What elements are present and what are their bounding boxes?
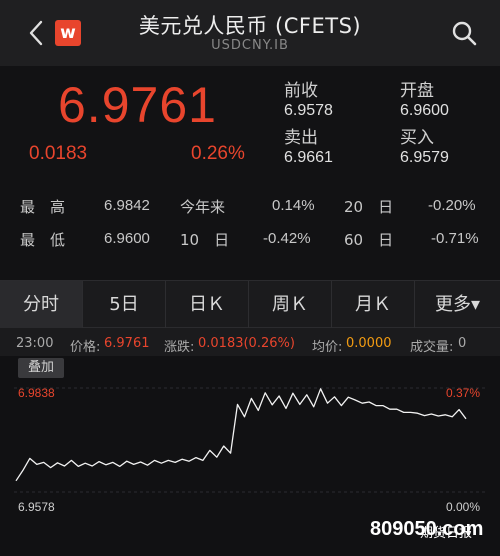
open-label: 开盘 (400, 81, 434, 101)
low-value: 6.9600 (104, 230, 150, 247)
tab-weekly-k[interactable]: 周Ｋ (249, 281, 332, 328)
ask: 卖出 6.9661 (284, 123, 333, 167)
page-title: 美元兑人民币 (CFETS) (138, 14, 362, 38)
ask-value: 6.9661 (284, 149, 333, 166)
axis-bottom-left: 6.9578 (18, 500, 55, 514)
info-change-label: 涨跌: (164, 340, 195, 355)
d20-value: -0.20% (428, 197, 476, 214)
ask-label: 卖出 (284, 128, 318, 148)
info-time: 23:00 (16, 336, 54, 351)
stats-panel: 最 高 6.9842 今年来 0.14% 20 日 -0.20% 最 低 6.9… (0, 180, 500, 280)
prev-close: 前收 6.9578 (284, 76, 333, 120)
price-change-pct: 0.26% (191, 143, 245, 164)
bid: 买入 6.9579 (400, 123, 449, 167)
info-volume-label: 成交量: (410, 340, 454, 355)
info-volume: 0 (458, 336, 467, 351)
low-label: 最 低 (20, 231, 66, 249)
info-change: 0.0183(0.26%) (198, 336, 295, 351)
search-icon[interactable] (450, 19, 478, 47)
info-avg: 0.0000 (346, 336, 392, 351)
bid-value: 6.9579 (400, 149, 449, 166)
ytd-value: 0.14% (272, 197, 315, 214)
bid-label: 买入 (400, 128, 434, 148)
tab-5day[interactable]: 5日 (83, 281, 166, 328)
axis-bottom-right: 0.00% (446, 500, 481, 514)
axis-top-left: 6.9838 (18, 386, 55, 400)
ytd-label: 今年来 (180, 198, 226, 216)
chart-info-row: 23:00 价格: 6.9761 涨跌: 0.0183(0.26%) 均价: 0… (0, 330, 500, 356)
page-subtitle: USDCNY.IB (211, 38, 289, 53)
info-price: 6.9761 (104, 336, 150, 351)
brand-label: 期货日报 (420, 526, 473, 541)
nav-bar: w 美元兑人民币 (CFETS) USDCNY.IB (0, 0, 500, 66)
tab-monthly-k[interactable]: 月Ｋ (332, 281, 415, 328)
prev-close-value: 6.9578 (284, 102, 333, 119)
open: 开盘 6.9600 (400, 76, 449, 120)
price-change: 0.0183 (29, 143, 88, 164)
period-tabs: 分时 5日 日Ｋ 周Ｋ 月Ｋ 更多▾ (0, 280, 500, 328)
tab-more[interactable]: 更多▾ (415, 281, 500, 328)
info-price-label: 价格: (70, 340, 101, 355)
d10-value: -0.42% (263, 230, 311, 247)
high-label: 最 高 (20, 198, 66, 216)
high-value: 6.9842 (104, 197, 150, 214)
info-avg-label: 均价: (312, 340, 343, 355)
tab-daily-k[interactable]: 日Ｋ (166, 281, 249, 328)
d20-label: 20 日 (344, 198, 394, 216)
tab-intraday[interactable]: 分时 (0, 281, 83, 328)
axis-top-right: 0.37% (446, 386, 481, 400)
open-value: 6.9600 (400, 102, 449, 119)
d60-label: 60 日 (344, 231, 394, 249)
price-series-line (15, 388, 467, 482)
d60-value: -0.71% (431, 230, 479, 247)
last-price: 6.9761 (58, 77, 217, 133)
quote-panel: 6.9761 0.0183 0.26% 前收 6.9578 开盘 6.9600 … (0, 66, 500, 180)
d10-label: 10 日 (180, 231, 230, 249)
prev-close-label: 前收 (284, 81, 318, 101)
